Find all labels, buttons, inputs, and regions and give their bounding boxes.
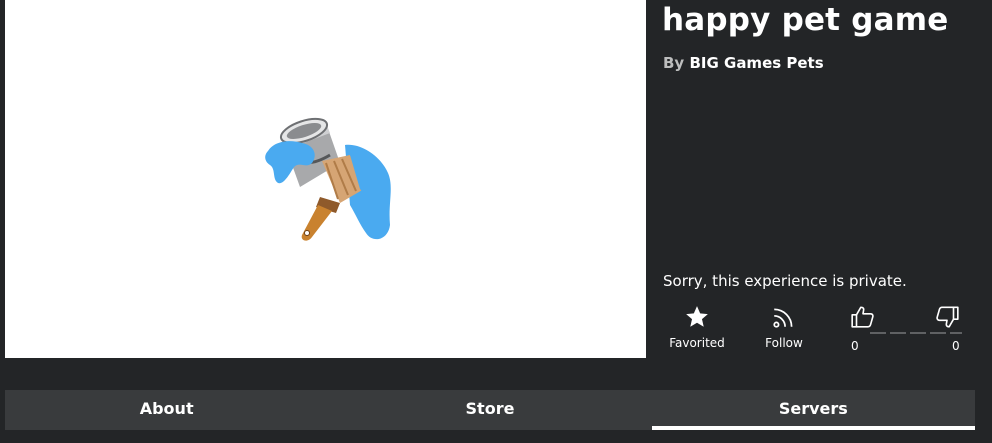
game-title: happy pet game xyxy=(662,2,949,38)
downvote-button[interactable] xyxy=(934,304,960,334)
star-icon xyxy=(686,306,708,327)
game-details-page: happy pet game By BIG Games Pets Sorry, … xyxy=(0,0,992,443)
tab-store[interactable]: Store xyxy=(328,390,651,430)
game-tabs: About Store Servers xyxy=(5,390,976,430)
downvote-count: 0 xyxy=(952,339,960,353)
follow-rss-icon xyxy=(773,308,793,328)
creator-byline: By BIG Games Pets xyxy=(663,54,824,72)
tab-servers[interactable]: Servers xyxy=(651,390,976,430)
follow-label: Follow xyxy=(765,336,803,350)
favorite-button[interactable]: Favorited xyxy=(662,304,732,350)
upvote-button[interactable] xyxy=(850,304,876,334)
upvote-count: 0 xyxy=(851,339,859,353)
follow-button[interactable]: Follow xyxy=(754,304,814,350)
creator-link[interactable]: BIG Games Pets xyxy=(689,54,823,72)
thumbs-up-icon xyxy=(851,306,874,328)
favorite-label: Favorited xyxy=(669,336,725,350)
thumbs-down-icon xyxy=(936,306,959,328)
by-label: By xyxy=(663,54,685,72)
paint-bucket-brush-icon xyxy=(265,117,391,241)
tab-about[interactable]: About xyxy=(5,390,328,430)
private-experience-message: Sorry, this experience is private. xyxy=(663,272,907,290)
game-thumbnail[interactable] xyxy=(5,0,646,358)
vote-ratio-bar xyxy=(870,332,962,334)
